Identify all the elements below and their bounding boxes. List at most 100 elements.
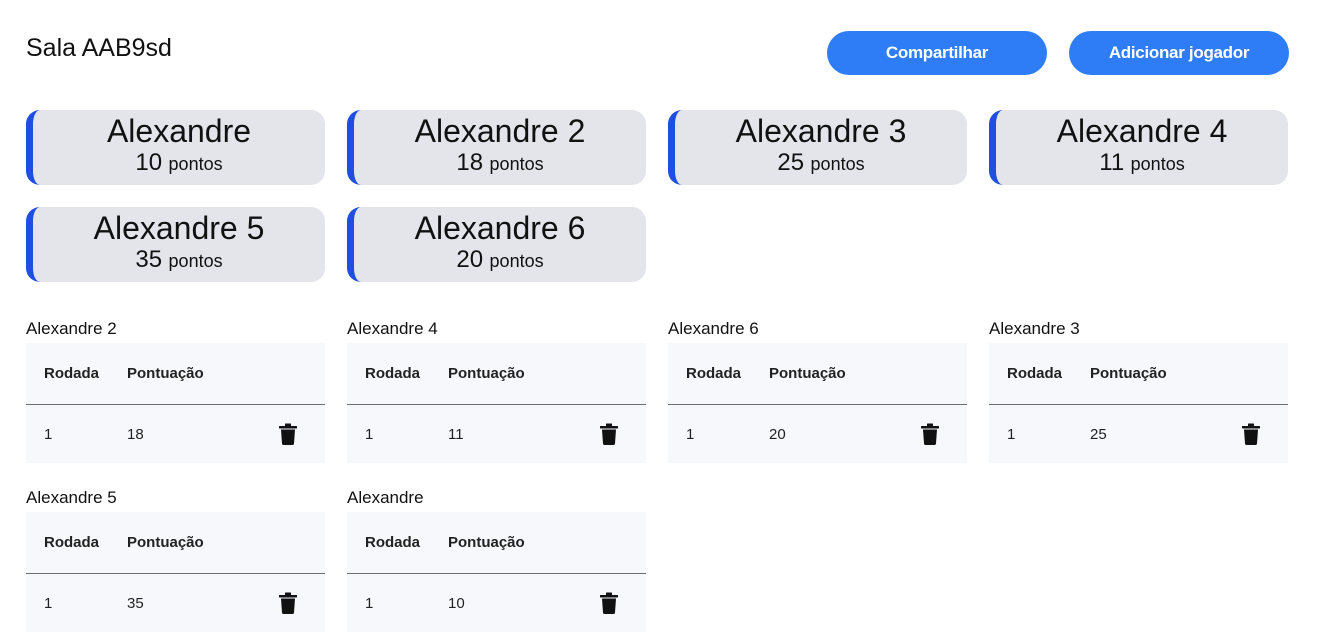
table-row: 1 10 <box>347 574 646 632</box>
score-table-block: Alexandre 4 Rodada Pontuação 1 11 <box>347 318 646 463</box>
actions-cell <box>578 590 646 616</box>
player-score: 18 pontos <box>354 148 646 181</box>
score-table-block: Alexandre 2 Rodada Pontuação 1 18 <box>26 318 325 463</box>
table-row: 1 35 <box>26 574 325 632</box>
player-score: 11 pontos <box>996 148 1288 181</box>
score-table-block: Alexandre Rodada Pontuação 1 10 <box>347 487 646 632</box>
score-table-title: Alexandre 6 <box>668 319 759 338</box>
score-table: Rodada Pontuação 1 35 <box>26 512 325 632</box>
player-card: Alexandre 2 18 pontos <box>347 110 646 185</box>
player-name: Alexandre 3 <box>735 113 907 149</box>
score-table: Rodada Pontuação 1 11 <box>347 343 646 463</box>
player-name: Alexandre 2 <box>414 113 586 149</box>
player-points: 10 <box>135 149 163 176</box>
score-table: Rodada Pontuação 1 20 <box>668 343 967 463</box>
score-table-title: Alexandre 3 <box>989 319 1080 338</box>
actions-cell <box>899 421 967 447</box>
player-points: 18 <box>456 149 484 176</box>
table-row: 1 25 <box>989 405 1288 463</box>
trash-icon <box>279 592 297 614</box>
player-card: Alexandre 5 35 pontos <box>26 207 325 282</box>
score-header: Pontuação <box>448 534 525 551</box>
round-header: Rodada <box>44 534 100 551</box>
delete-round-button[interactable] <box>598 421 620 447</box>
round-cell: 1 <box>686 425 695 443</box>
score-table-title: Alexandre <box>347 488 424 507</box>
round-header: Rodada <box>686 365 742 382</box>
player-card: Alexandre 10 pontos <box>26 110 325 185</box>
table-row: 1 20 <box>668 405 967 463</box>
player-name: Alexandre 4 <box>1056 113 1228 149</box>
round-cell: 1 <box>365 425 374 443</box>
score-table-title: Alexandre 5 <box>26 488 117 507</box>
player-name: Alexandre 6 <box>414 210 586 246</box>
player-points: 25 <box>777 149 805 176</box>
trash-icon <box>1242 423 1260 445</box>
table-row: 1 11 <box>347 405 646 463</box>
delete-round-button[interactable] <box>598 590 620 616</box>
delete-round-button[interactable] <box>919 421 941 447</box>
table-header: Rodada Pontuação <box>989 343 1288 405</box>
score-header: Pontuação <box>448 365 525 382</box>
player-card: Alexandre 4 11 pontos <box>989 110 1288 185</box>
table-header: Rodada Pontuação <box>668 343 967 405</box>
player-points: 35 <box>135 246 163 273</box>
round-header: Rodada <box>365 534 421 551</box>
score-table: Rodada Pontuação 1 10 <box>347 512 646 632</box>
score-tables: Alexandre 2 Rodada Pontuação 1 18 Alexan… <box>26 318 1289 632</box>
points-unit: pontos <box>810 154 865 174</box>
points-unit: pontos <box>1130 154 1185 174</box>
player-points: 11 <box>1099 149 1125 176</box>
trash-icon <box>600 592 618 614</box>
score-header: Pontuação <box>127 365 204 382</box>
actions-cell <box>1220 421 1288 447</box>
player-score: 25 pontos <box>675 148 967 181</box>
score-cell: 10 <box>448 594 465 612</box>
trash-icon <box>279 423 297 445</box>
round-header: Rodada <box>1007 365 1063 382</box>
table-header: Rodada Pontuação <box>26 343 325 405</box>
points-unit: pontos <box>168 154 223 174</box>
share-button[interactable]: Compartilhar <box>827 31 1047 75</box>
score-table-block: Alexandre 3 Rodada Pontuação 1 25 <box>989 318 1288 463</box>
score-table: Rodada Pontuação 1 18 <box>26 343 325 463</box>
score-table: Rodada Pontuação 1 25 <box>989 343 1288 463</box>
score-cell: 11 <box>448 425 464 443</box>
table-row: 1 18 <box>26 405 325 463</box>
score-header: Pontuação <box>1090 365 1167 382</box>
player-name: Alexandre 5 <box>93 210 265 246</box>
trash-icon <box>600 423 618 445</box>
round-header: Rodada <box>44 365 100 382</box>
score-table-title: Alexandre 4 <box>347 319 438 338</box>
points-unit: pontos <box>489 251 544 271</box>
player-score: 10 pontos <box>33 148 325 181</box>
table-header: Rodada Pontuação <box>347 343 646 405</box>
score-cell: 20 <box>769 425 786 443</box>
player-points: 20 <box>456 246 484 273</box>
score-header: Pontuação <box>127 534 204 551</box>
player-cards: Alexandre 10 pontos Alexandre 2 18 ponto… <box>26 110 1289 282</box>
delete-round-button[interactable] <box>277 590 299 616</box>
round-header: Rodada <box>365 365 421 382</box>
actions-cell <box>578 421 646 447</box>
player-score: 20 pontos <box>354 245 646 278</box>
actions-cell <box>257 590 325 616</box>
score-table-title: Alexandre 2 <box>26 319 117 338</box>
delete-round-button[interactable] <box>277 421 299 447</box>
round-cell: 1 <box>44 425 53 443</box>
actions-cell <box>257 421 325 447</box>
round-cell: 1 <box>44 594 53 612</box>
table-header: Rodada Pontuação <box>347 512 646 574</box>
score-header: Pontuação <box>769 365 846 382</box>
score-table-block: Alexandre 6 Rodada Pontuação 1 20 <box>668 318 967 463</box>
add-player-button[interactable]: Adicionar jogador <box>1069 31 1289 75</box>
round-cell: 1 <box>365 594 374 612</box>
points-unit: pontos <box>489 154 544 174</box>
table-header: Rodada Pontuação <box>26 512 325 574</box>
player-name: Alexandre <box>106 113 252 149</box>
score-cell: 18 <box>127 425 144 443</box>
room-title: Sala AAB9sd <box>26 34 172 62</box>
delete-round-button[interactable] <box>1240 421 1262 447</box>
round-cell: 1 <box>1007 425 1016 443</box>
player-card: Alexandre 6 20 pontos <box>347 207 646 282</box>
